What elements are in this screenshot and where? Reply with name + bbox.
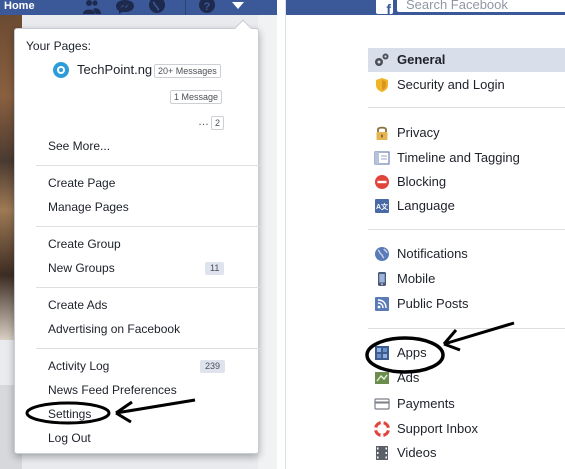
search-input[interactable]: Search Facebook	[397, 0, 565, 12]
ads-icon	[375, 372, 389, 384]
help-icon[interactable]: ?	[198, 0, 216, 14]
new-groups-count-badge: 11	[205, 262, 225, 275]
nav-label: Support Inbox	[397, 421, 478, 436]
block-icon	[375, 175, 389, 189]
left-panel: Home ? Your Pages: TechPoint.ng 20+ Mess…	[0, 0, 277, 469]
notification-badge[interactable]: 2	[211, 116, 225, 130]
settings-nav-notifications[interactable]: Notifications	[368, 242, 565, 266]
nav-label: Public Posts	[397, 296, 469, 311]
facebook-logo-letter: f	[386, 1, 391, 17]
settings-nav-security-login[interactable]: Security and Login	[368, 73, 565, 97]
account-dropdown-menu: Your Pages: TechPoint.ng 20+ Messages 1 …	[14, 19, 260, 454]
nav-label: Payments	[397, 396, 455, 411]
facebook-logo-icon[interactable]: f	[376, 0, 393, 17]
home-link[interactable]: Home	[4, 0, 35, 12]
settings-nav-public-posts[interactable]: Public Posts	[368, 292, 565, 316]
activity-log-count-badge: 239	[200, 360, 226, 373]
globe-icon	[375, 247, 389, 261]
settings-nav-ads[interactable]: Ads	[368, 366, 565, 390]
lock-icon	[376, 126, 388, 140]
menu-divider	[36, 226, 260, 227]
your-pages-label: Your Pages:	[26, 39, 91, 53]
nav-label: Mobile	[397, 271, 436, 286]
manage-pages-item[interactable]: Manage Pages	[48, 200, 129, 214]
settings-nav-mobile[interactable]: Mobile	[368, 267, 565, 291]
menu-caret	[234, 19, 252, 37]
timeline-icon	[374, 151, 390, 165]
nav-divider	[368, 328, 565, 329]
advertising-item[interactable]: Advertising on Facebook	[48, 322, 180, 336]
menu-divider	[36, 348, 260, 349]
create-page-item[interactable]: Create Page	[48, 176, 115, 190]
new-groups-item[interactable]: New Groups	[48, 261, 115, 275]
svg-text:A文: A文	[376, 202, 389, 211]
apps-icon	[375, 346, 389, 360]
message-badge-single[interactable]: 1 Message	[170, 90, 223, 104]
nav-label: Notifications	[397, 246, 468, 261]
topbar-divider	[185, 0, 186, 15]
language-icon: A文	[375, 199, 389, 213]
lifebuoy-icon	[374, 421, 390, 437]
news-feed-preferences-item[interactable]: News Feed Preferences	[48, 383, 177, 397]
settings-item[interactable]: Settings	[48, 407, 91, 421]
nav-label: Privacy	[397, 125, 440, 140]
messages-badge[interactable]: 20+ Messages	[154, 64, 221, 78]
nav-divider	[368, 107, 565, 108]
nav-label: Apps	[397, 345, 427, 360]
search-placeholder: Search Facebook	[406, 0, 508, 12]
nav-label: General	[397, 52, 446, 67]
friend-requests-icon[interactable]	[82, 0, 102, 14]
right-panel: f Search Facebook General Security and L…	[285, 0, 565, 469]
see-more-link[interactable]: See More...	[48, 139, 110, 153]
settings-nav-privacy[interactable]: Privacy	[368, 121, 565, 145]
rss-icon	[375, 297, 389, 311]
settings-nav-videos[interactable]: Videos	[368, 441, 565, 465]
create-group-item[interactable]: Create Group	[48, 237, 121, 251]
nav-label: Language	[397, 198, 455, 213]
settings-nav-support-inbox[interactable]: Support Inbox	[368, 417, 565, 441]
log-out-item[interactable]: Log Out	[48, 431, 91, 445]
menu-divider	[36, 165, 260, 166]
create-ads-item[interactable]: Create Ads	[48, 298, 107, 312]
settings-nav-general[interactable]: General	[368, 48, 565, 72]
techpoint-logo-icon	[53, 62, 69, 78]
nav-label: Blocking	[397, 174, 447, 189]
more-ellipsis: …	[198, 116, 209, 128]
settings-nav-blocking[interactable]: Blocking	[368, 170, 565, 194]
svg-text:?: ?	[204, 1, 211, 13]
menu-divider	[36, 287, 260, 288]
settings-nav-apps[interactable]: Apps	[368, 341, 565, 365]
nav-label: Ads	[397, 370, 420, 385]
gears-icon	[375, 53, 389, 66]
settings-nav-language[interactable]: A文 Language	[368, 194, 565, 218]
background-strip	[258, 15, 277, 469]
mobile-icon	[378, 272, 386, 286]
nav-label: Timeline and Tagging	[397, 150, 520, 165]
nav-divider	[368, 229, 565, 230]
card-icon	[374, 398, 390, 410]
film-icon	[376, 446, 388, 460]
settings-nav-payments[interactable]: Payments	[368, 392, 565, 416]
account-menu-caret-icon[interactable]	[232, 2, 244, 10]
nav-label: Security and Login	[397, 77, 505, 92]
messenger-icon[interactable]	[116, 0, 134, 14]
settings-nav-timeline-tagging[interactable]: Timeline and Tagging	[368, 146, 565, 170]
activity-log-item[interactable]: Activity Log	[48, 359, 109, 373]
shield-icon	[376, 78, 388, 92]
page-name-techpoint[interactable]: TechPoint.ng	[77, 63, 152, 77]
nav-label: Videos	[397, 445, 437, 460]
notifications-globe-icon[interactable]	[148, 0, 166, 14]
